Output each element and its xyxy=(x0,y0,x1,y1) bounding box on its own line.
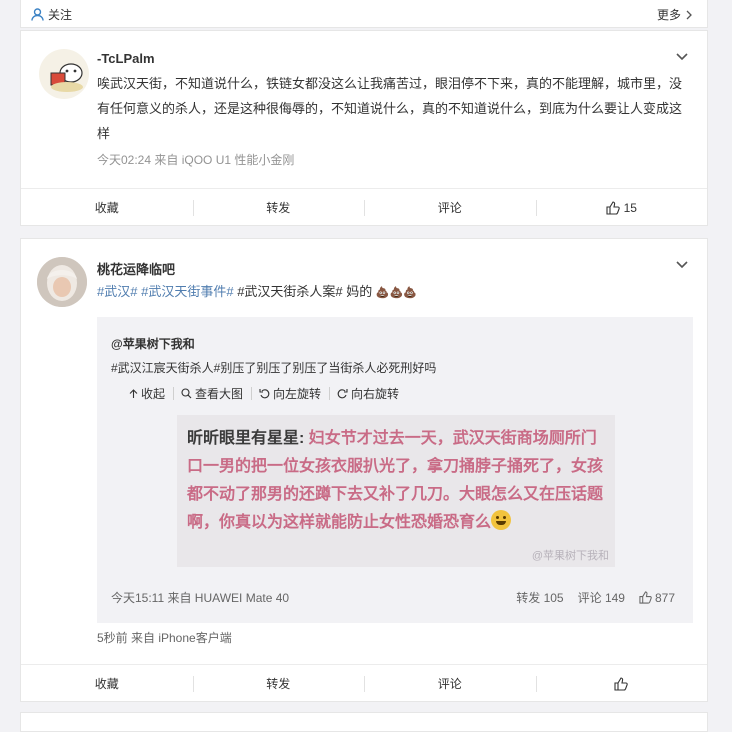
search-icon xyxy=(181,388,192,399)
view-large-label: 查看大图 xyxy=(195,387,244,401)
collapse-label: 收起 xyxy=(141,387,166,401)
watermark: @苹果树下我和 xyxy=(531,550,609,562)
rotate-left-button[interactable]: 向左旋转 xyxy=(251,385,329,402)
rotate-right-icon xyxy=(337,389,348,399)
like-button[interactable] xyxy=(535,665,708,702)
repost-stats: 转发 105 评论 149 877 xyxy=(516,589,675,606)
chevron-down-icon[interactable] xyxy=(675,257,689,271)
post-meta: 5秒前 来自 iPhone客户端 xyxy=(97,631,232,645)
collect-label: 收藏 xyxy=(94,201,119,215)
username[interactable]: -TcLPalm xyxy=(97,51,155,66)
comment-button[interactable]: 评论 xyxy=(364,665,536,702)
action-bar: 收藏 转发 评论 xyxy=(21,664,707,702)
more-label: 更多 xyxy=(656,8,681,22)
hashtag-link[interactable]: #武汉天街事件# xyxy=(141,284,233,299)
more-link[interactable]: 更多 xyxy=(657,6,693,23)
repost-label: 转发 xyxy=(266,201,291,215)
follow-tab[interactable]: 关注 xyxy=(31,6,72,23)
post-text: 唉武汉天街，不知道说什么，铁链女都没这么让我痛苦过，眼泪停不下来，真的不能理解，… xyxy=(97,76,683,141)
comment-button[interactable]: 评论 xyxy=(364,189,536,226)
rotate-left-icon xyxy=(259,389,270,399)
thumbs-up-icon xyxy=(606,200,620,215)
repost-label: 转发 xyxy=(266,677,291,691)
feed-card: 桃花运降临吧 #武汉# #武汉天街事件# #武汉天街杀人案# 妈的 💩💩💩 @苹… xyxy=(20,238,708,702)
repost-image[interactable]: 昕昕眼里有星星: 妇女节才过去一天，武汉天街商场厕所门口一男的把一位女孩衣服扒光… xyxy=(177,415,615,567)
reposted-content: @苹果树下我和 #武汉江宸天街杀人#别压了别压了别压了当街杀人必死刑好吗 收起 … xyxy=(97,317,693,623)
poop-emoji-icon: 💩💩💩 xyxy=(375,287,417,299)
thumbs-up-icon xyxy=(614,676,628,691)
collect-label: 收藏 xyxy=(94,677,119,691)
collect-button[interactable]: 收藏 xyxy=(21,665,193,702)
chevron-down-icon[interactable] xyxy=(675,49,689,63)
repost-button[interactable]: 转发 xyxy=(192,665,365,702)
feed-card: -TcLPalm 唉武汉天街，不知道说什么，铁链女都没这么让我痛苦过，眼泪停不下… xyxy=(20,30,708,226)
collapse-button[interactable]: 收起 xyxy=(121,385,173,402)
view-large-button[interactable]: 查看大图 xyxy=(173,385,251,402)
avatar-cartoon-icon xyxy=(50,63,83,92)
top-bar: 关注 更多 xyxy=(20,0,708,28)
action-bar: 收藏 转发 评论 15 xyxy=(21,188,707,226)
hashtag-link[interactable]: #武汉# xyxy=(97,284,137,299)
feed-card-next xyxy=(20,712,708,732)
avatar[interactable] xyxy=(37,257,87,307)
repost-like-count: 877 xyxy=(654,590,675,605)
rotate-right-button[interactable]: 向右旋转 xyxy=(329,385,407,402)
repost-text: #武汉江宸天街杀人#别压了别压了别压了当街杀人必死刑好吗 xyxy=(111,361,437,375)
repost-like-button[interactable]: 877 xyxy=(639,591,675,605)
comment-label: 评论 xyxy=(437,677,462,691)
follow-label: 关注 xyxy=(48,8,73,22)
repost-button[interactable]: 转发 xyxy=(192,189,365,226)
post-meta: 今天02:24 来自 iQOO U1 性能小金刚 xyxy=(97,153,295,167)
like-button[interactable]: 15 xyxy=(535,189,708,226)
repost-username[interactable]: @苹果树下我和 xyxy=(111,335,195,352)
sweat-smile-emoji-icon xyxy=(491,510,512,530)
image-toolbar: 收起 查看大图 向左旋转 向右旋转 xyxy=(121,385,407,402)
post-text-rest: #武汉天街杀人案# 妈的 xyxy=(237,284,373,299)
repost-count-link[interactable]: 转发 105 xyxy=(516,589,563,606)
username[interactable]: 桃花运降临吧 xyxy=(97,259,175,278)
image-author: 昕昕眼里有星星: xyxy=(187,430,305,447)
like-count: 15 xyxy=(623,200,637,215)
user-icon xyxy=(31,8,44,21)
repost-meta: 今天15:11 来自 HUAWEI Mate 40 xyxy=(111,591,290,605)
avatar-photo-icon xyxy=(37,257,87,307)
collect-button[interactable]: 收藏 xyxy=(21,189,193,226)
thumbs-up-icon xyxy=(639,591,652,604)
arrow-up-icon xyxy=(129,388,138,398)
rotate-right-label: 向右旋转 xyxy=(351,387,400,401)
post-text: #武汉# #武汉天街事件# #武汉天街杀人案# 妈的 💩💩💩 xyxy=(97,279,687,306)
rotate-left-label: 向左旋转 xyxy=(273,387,322,401)
comment-count-link[interactable]: 评论 149 xyxy=(578,589,625,606)
avatar[interactable] xyxy=(39,49,89,99)
comment-label: 评论 xyxy=(437,201,462,215)
chevron-right-icon xyxy=(686,10,692,19)
